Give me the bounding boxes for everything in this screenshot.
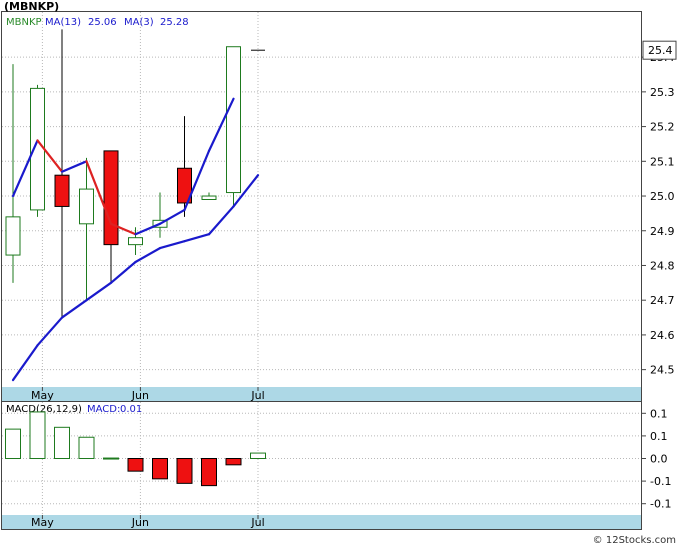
- candle-body-up: [5, 216, 21, 256]
- macd-y-tick-label: -0.1: [650, 498, 671, 511]
- candle-body-up: [79, 188, 94, 225]
- price-panel-border: [1, 11, 642, 402]
- macd-bar-negative: [127, 458, 144, 472]
- price-y-tick-label: 24.9: [650, 225, 675, 238]
- legend-ma13-value: 25.06: [88, 17, 117, 28]
- price-y-tick-label: 24.7: [650, 294, 675, 307]
- legend-macd-label: MACD:: [87, 404, 120, 415]
- legend-ma3-label: MA(3): [124, 17, 154, 28]
- macd-y-tick-label: 0.0: [650, 453, 668, 466]
- macd-y-tick-label: 0.1: [650, 407, 668, 420]
- legend-ticker: MBNKP: [6, 17, 42, 28]
- macd-y-tick-label: -0.1: [650, 475, 671, 488]
- candle-body-down: [103, 150, 119, 246]
- macd-bar-positive: [54, 426, 70, 460]
- macd-legend: MACD(26,12,9) MACD: 0.01: [6, 404, 142, 415]
- macd-bar-negative: [225, 458, 242, 466]
- price-y-tick-label: 25.0: [650, 190, 675, 203]
- macd-x-tick-label: Jul: [250, 516, 264, 529]
- price-date-band: [2, 387, 641, 401]
- chart-root: 24.5 24.6 24.7 24.8 24.9 25.0 25.1 25.2 25.3 25.4…: [1, 0, 677, 546]
- price-x-tick-label: Jun: [131, 389, 149, 402]
- candle-body-up: [226, 46, 241, 194]
- price-y-axis: 24.524.624.724.824.925.025.125.225.325.4: [641, 51, 675, 377]
- price-y-tick-label: 25.2: [650, 121, 675, 134]
- macd-bar-positive: [29, 411, 46, 459]
- macd-bar-positive: [103, 457, 119, 460]
- price-y-tick-label: 24.5: [650, 364, 675, 377]
- macd-x-tick-label: May: [31, 516, 54, 529]
- macd-bar-negative: [176, 458, 193, 484]
- legend-ma3-value: 25.28: [160, 17, 189, 28]
- macd-x-tick-label: Jun: [131, 516, 149, 529]
- price-y-tick-label: 24.8: [650, 259, 675, 272]
- candle-body-down: [54, 174, 70, 207]
- legend-ma13-label: MA(13): [45, 17, 81, 28]
- ticker-title: (MBNKP): [4, 0, 59, 13]
- macd-bar-positive: [250, 452, 266, 459]
- price-x-tick-label: May: [31, 389, 54, 402]
- candle-body-up: [128, 237, 143, 246]
- price-y-tick-label: 25.1: [650, 155, 675, 168]
- macd-date-band: [2, 515, 641, 529]
- price-legend: MBNKP MA(13) 25.06 MA(3) 25.28: [6, 17, 189, 28]
- price-x-tick-label: Jul: [250, 389, 264, 402]
- macd-y-axis: 0.1 0.1 0.0 -0.1 -0.1: [641, 407, 671, 511]
- macd-panel-border: [1, 401, 642, 530]
- last-price-tag: 25.4: [642, 40, 677, 60]
- macd-bar-negative: [201, 458, 217, 487]
- price-y-tick-label: 24.6: [650, 329, 675, 342]
- candle-body-up: [201, 195, 217, 200]
- macd-bar-positive: [5, 428, 21, 459]
- last-price-label: 25.4: [648, 44, 673, 57]
- watermark: © 12Stocks.com: [593, 535, 676, 546]
- legend-macd-value: 0.01: [120, 404, 142, 415]
- price-y-tick-label: 25.3: [650, 86, 675, 99]
- macd-y-tick-label: 0.1: [650, 430, 668, 443]
- macd-bar-negative: [152, 458, 168, 480]
- macd-bar-positive: [78, 436, 95, 460]
